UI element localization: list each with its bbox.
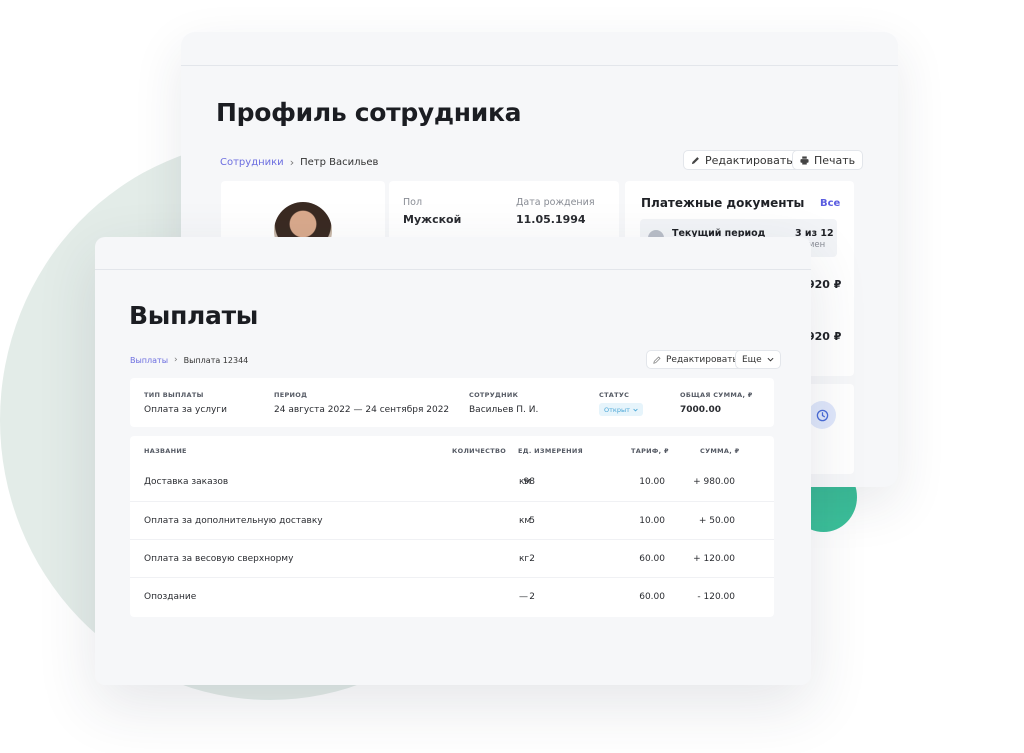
- breadcrumb-link-employees[interactable]: Сотрудники: [220, 157, 284, 168]
- payment-documents-all-link[interactable]: Все: [820, 198, 840, 209]
- row-rate: 60.00: [639, 592, 665, 602]
- payment-amount: 920 ₽: [807, 278, 842, 291]
- edit-button-label: Редактировать: [666, 354, 738, 365]
- status-value: Открыт: [604, 405, 630, 414]
- row-rate: 10.00: [639, 516, 665, 526]
- table-row[interactable]: Оплата за дополнительную доставку 5 км 1…: [130, 501, 774, 540]
- payment-type-label: ТИП ВЫПЛАТЫ: [144, 391, 204, 399]
- column-header-unit: ЕД. ИЗМЕРЕНИЯ: [518, 447, 583, 455]
- row-unit: км: [519, 477, 532, 487]
- printer-icon: [800, 155, 809, 165]
- breadcrumb-link-payments[interactable]: Выплаты: [130, 356, 168, 365]
- row-name: Опоздание: [144, 592, 197, 602]
- header-divider: [95, 269, 811, 270]
- column-header-name: НАЗВАНИЕ: [144, 447, 187, 455]
- payment-documents-title: Платежные документы: [641, 196, 805, 210]
- chevron-right-icon: ›: [289, 156, 295, 169]
- clock-icon: [816, 409, 828, 421]
- print-button-label: Печать: [814, 153, 856, 167]
- employee-value: Васильев П. И.: [469, 405, 539, 415]
- breadcrumb-current: Выплата 12344: [183, 355, 249, 365]
- chevron-down-icon: [767, 357, 774, 362]
- row-rate: 10.00: [639, 477, 665, 487]
- row-sum: - 120.00: [697, 592, 735, 602]
- payment-type-value: Оплата за услуги: [144, 405, 227, 415]
- breadcrumb: Сотрудники › Петр Васильев: [220, 156, 378, 169]
- more-button-label: Еще: [742, 354, 762, 365]
- chevron-down-icon: [633, 408, 638, 412]
- payment-amount: 920 ₽: [807, 330, 842, 343]
- edit-button-label: Редактировать: [705, 153, 793, 167]
- gender-label: Пол: [403, 197, 423, 208]
- status-label: СТАТУС: [599, 391, 630, 399]
- period-value: 24 августа 2022 — 24 сентября 2022: [274, 405, 450, 415]
- row-unit: кг: [519, 554, 530, 564]
- edit-button[interactable]: Редактировать: [646, 350, 745, 369]
- total-amount-value: 7000.00: [680, 405, 721, 415]
- row-sum: + 980.00: [693, 477, 735, 487]
- table-row[interactable]: Опоздание 2 — 60.00 - 120.00: [130, 577, 774, 616]
- total-amount-label: ОБЩАЯ СУММА, ₽: [680, 391, 753, 399]
- pencil-icon: [691, 156, 699, 164]
- employee-label: СОТРУДНИК: [469, 391, 519, 399]
- period-label: ПЕРИОД: [274, 391, 308, 399]
- print-button[interactable]: Печать: [792, 150, 864, 170]
- column-header-rate: ТАРИФ, ₽: [631, 447, 669, 455]
- row-name: Оплата за дополнительную доставку: [144, 516, 323, 526]
- column-header-quantity: КОЛИЧЕСТВО: [452, 447, 507, 455]
- table-row[interactable]: Оплата за весовую сверхнорму 2 кг 60.00 …: [130, 539, 774, 578]
- status-dropdown[interactable]: Открыт: [599, 403, 643, 416]
- table-row[interactable]: Доставка заказов 98 км 10.00 + 980.00: [130, 463, 774, 501]
- row-sum: + 120.00: [693, 554, 735, 564]
- row-unit: —: [519, 592, 528, 602]
- more-dropdown-button[interactable]: Еще: [735, 350, 781, 369]
- page-title: Профиль сотрудника: [216, 98, 522, 127]
- breadcrumb: Выплаты › Выплата 12344: [130, 355, 248, 365]
- header-divider: [181, 65, 898, 66]
- row-sum: + 50.00: [698, 516, 735, 526]
- payments-window: Выплаты Выплаты › Выплата 12344 Редактир…: [95, 237, 811, 685]
- column-header-sum: СУММА, ₽: [700, 447, 740, 455]
- row-rate: 60.00: [639, 554, 665, 564]
- row-name: Оплата за весовую сверхнорму: [144, 554, 294, 564]
- pencil-icon: [653, 355, 661, 364]
- birthdate-label: Дата рождения: [516, 197, 595, 208]
- breadcrumb-current: Петр Васильев: [300, 157, 379, 168]
- gender-value: Мужской: [403, 213, 462, 226]
- history-button[interactable]: [808, 401, 836, 429]
- edit-button[interactable]: Редактировать: [683, 150, 801, 170]
- payment-info-panel: [130, 378, 774, 427]
- row-name: Доставка заказов: [144, 477, 229, 487]
- birthdate-value: 11.05.1994: [516, 213, 586, 226]
- row-unit: км: [519, 516, 532, 526]
- chevron-right-icon: ›: [174, 355, 178, 365]
- page-title: Выплаты: [129, 301, 259, 330]
